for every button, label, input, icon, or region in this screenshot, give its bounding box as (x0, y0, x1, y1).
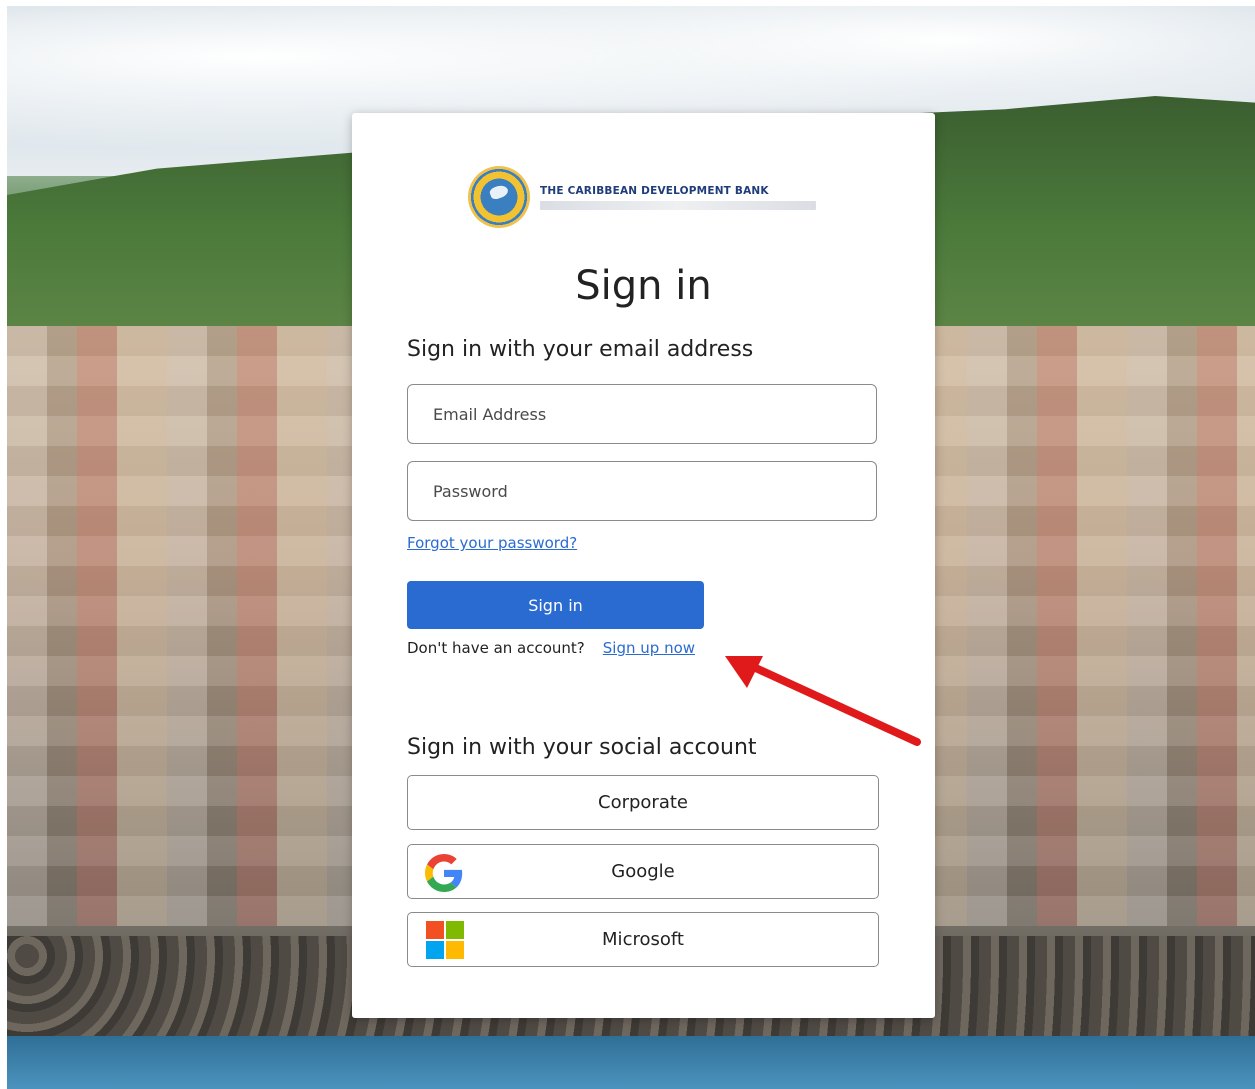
signin-card: THE CARIBBEAN DEVELOPMENT BANK Sign in S… (352, 113, 935, 1018)
social-account-heading: Sign in with your social account (407, 735, 757, 760)
microsoft-icon (426, 921, 464, 959)
google-icon (425, 854, 463, 892)
sign-in-button[interactable]: Sign in (407, 581, 704, 629)
sign-up-link[interactable]: Sign up now (603, 639, 695, 657)
brand-tagline-graphic (540, 200, 816, 210)
bank-seal-icon (468, 166, 530, 228)
microsoft-label: Microsoft (602, 929, 684, 950)
microsoft-signin-button[interactable]: Microsoft (407, 912, 879, 967)
password-input[interactable] (407, 461, 877, 521)
email-input[interactable] (407, 384, 877, 444)
no-account-text: Don't have an account? (407, 639, 585, 657)
red-arrow-icon (725, 656, 921, 746)
signup-prompt: Don't have an account? Sign up now (407, 639, 695, 657)
page-title: Sign in (575, 263, 712, 309)
google-label: Google (611, 861, 675, 882)
corporate-signin-button[interactable]: Corporate (407, 775, 879, 830)
corporate-label: Corporate (598, 792, 688, 813)
forgot-password-link[interactable]: Forgot your password? (407, 534, 577, 552)
page: THE CARIBBEAN DEVELOPMENT BANK Sign in S… (0, 0, 1255, 1089)
google-signin-button[interactable]: Google (407, 844, 879, 899)
brand-name: THE CARIBBEAN DEVELOPMENT BANK (540, 184, 769, 197)
local-account-heading: Sign in with your email address (407, 337, 754, 362)
brand-logo: THE CARIBBEAN DEVELOPMENT BANK (468, 166, 820, 228)
